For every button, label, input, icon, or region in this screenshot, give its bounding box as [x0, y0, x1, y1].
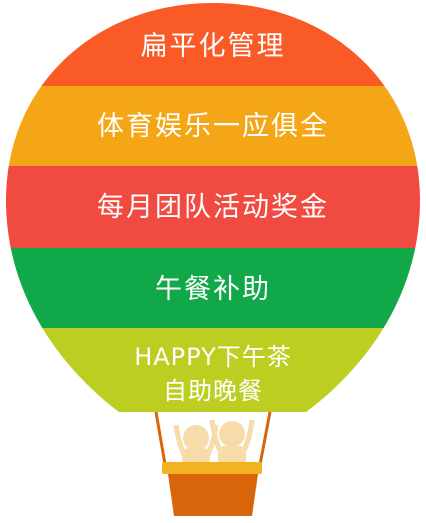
band-label-dinner-buffet: 自助晚餐 [163, 377, 263, 405]
band-label-lunch-subsidy: 午餐补助 [155, 274, 271, 305]
hot-air-balloon-illustration [6, 3, 420, 516]
band-label-team-activity-bonus: 每月团队活动奖金 [97, 192, 329, 223]
basket-rim [162, 462, 262, 474]
band-label-flat-management: 扁平化管理 [140, 31, 286, 62]
passengers-icon [173, 419, 255, 466]
band-label-sports-entertainment: 体育娱乐一应俱全 [97, 111, 329, 142]
band-label-afternoon-tea: HAPPY下午茶 [134, 343, 292, 371]
basket [168, 474, 258, 516]
